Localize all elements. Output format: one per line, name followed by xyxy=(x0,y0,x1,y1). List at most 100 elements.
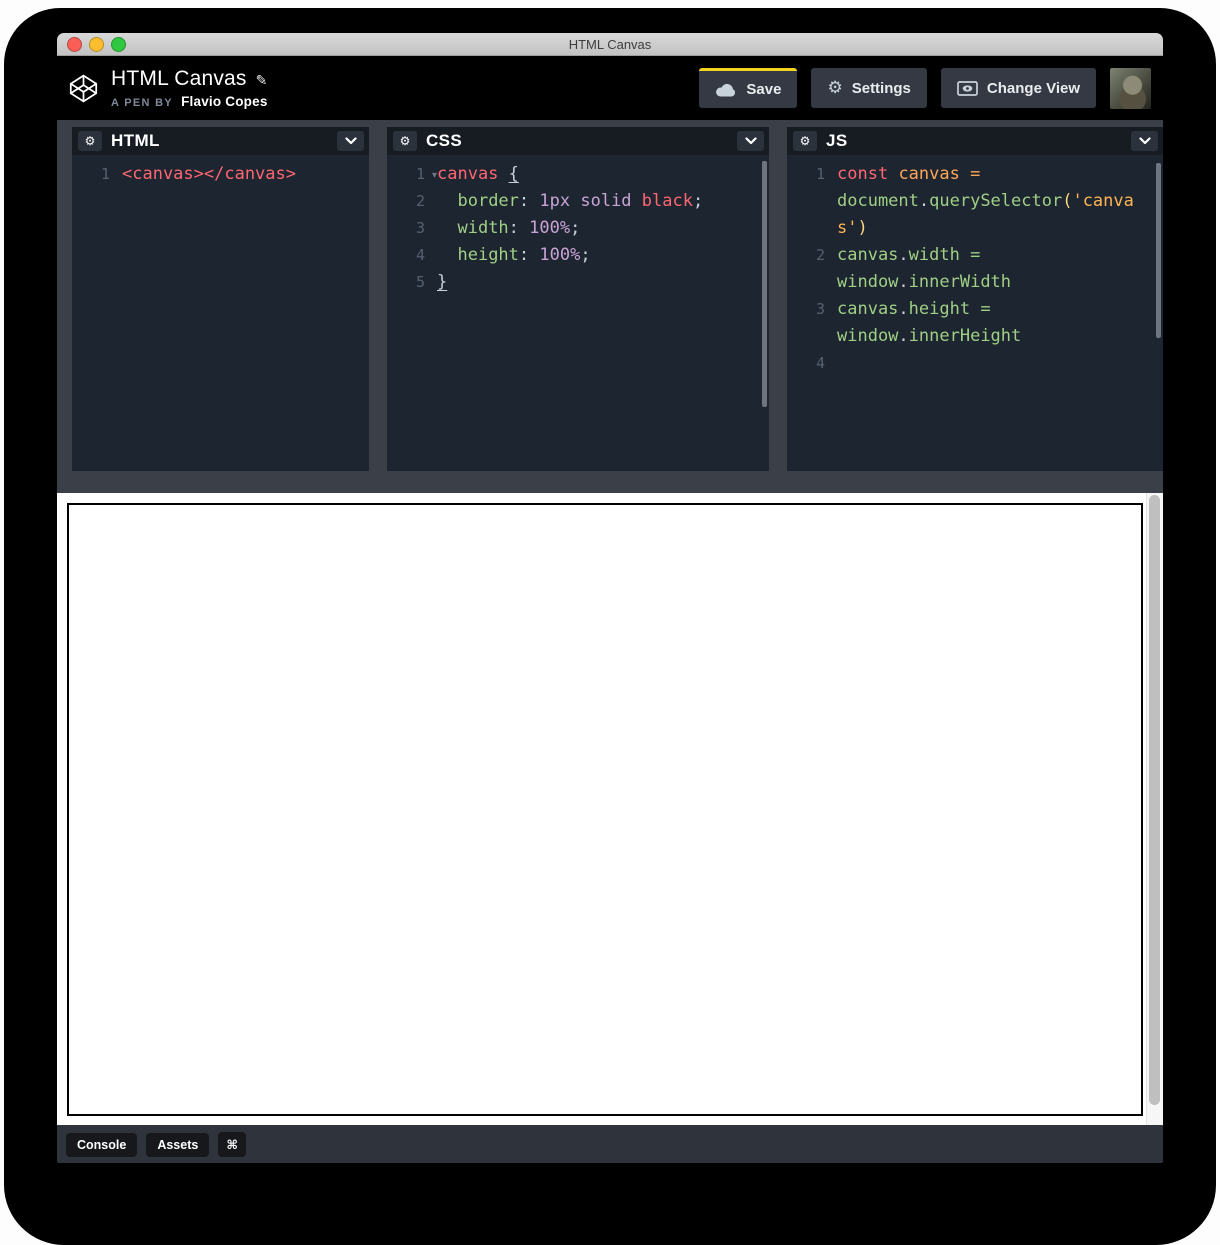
gear-icon: ⚙ xyxy=(800,135,811,147)
code-text xyxy=(837,350,1163,377)
code-line: window.innerWidth xyxy=(787,269,1163,296)
line-number: 1 xyxy=(787,161,837,188)
chevron-down-icon xyxy=(1139,137,1151,145)
line-number: 1▾ xyxy=(387,161,437,188)
preview-scrollbar[interactable] xyxy=(1146,493,1163,1125)
line-number: 2 xyxy=(387,188,437,215)
editor-panel-html: ⚙HTML1<canvas></canvas> xyxy=(72,127,369,471)
code-text: canvas.width = xyxy=(837,242,1163,269)
line-number: 2 xyxy=(787,242,837,269)
minimize-button[interactable] xyxy=(89,37,104,52)
line-number xyxy=(787,188,837,215)
line-number: 3 xyxy=(387,215,437,242)
window-title: HTML Canvas xyxy=(569,37,652,52)
codepen-logo-icon[interactable] xyxy=(68,73,99,104)
code-line: window.innerHeight xyxy=(787,323,1163,350)
code-text: window.innerWidth xyxy=(837,269,1163,296)
panel-header-html: ⚙HTML xyxy=(72,127,369,155)
byline-prefix: A PEN BY xyxy=(111,97,173,109)
fold-arrow-icon[interactable]: ▾ xyxy=(432,162,437,189)
code-line: 3 width: 100%; xyxy=(387,215,769,242)
view-icon xyxy=(957,81,978,96)
panel-settings-button[interactable]: ⚙ xyxy=(393,131,417,151)
panel-collapse-button[interactable] xyxy=(737,131,764,151)
code-line: 4 xyxy=(787,350,1163,377)
editor-scrollbar[interactable] xyxy=(1156,163,1161,338)
save-button-label: Save xyxy=(746,81,781,98)
change-view-button-label: Change View xyxy=(987,80,1080,97)
settings-button[interactable]: ⚙ Settings xyxy=(811,68,926,108)
line-number xyxy=(787,323,837,350)
line-number xyxy=(787,215,837,242)
editor-panel-js: ⚙ JS 1const canvas =document.querySelector… xyxy=(787,127,1163,471)
close-button[interactable] xyxy=(67,37,82,52)
gear-icon: ⚙ xyxy=(827,80,842,97)
cloud-icon xyxy=(715,83,737,97)
footer-bar: Console Assets ⌘ xyxy=(57,1125,1163,1163)
pen-title: HTML Canvas xyxy=(111,67,247,91)
panel-collapse-button[interactable] xyxy=(1131,131,1158,151)
code-text: } xyxy=(437,269,769,296)
code-line: 4 height: 100%; xyxy=(387,242,769,269)
code-text: <canvas></canvas> xyxy=(122,161,369,188)
code-text: canvas { xyxy=(437,161,769,188)
preview-pane xyxy=(57,493,1163,1125)
save-button[interactable]: Save xyxy=(699,68,797,108)
code-text: s') xyxy=(837,215,1163,242)
code-line: 1▾canvas { xyxy=(387,161,769,188)
code-text: window.innerHeight xyxy=(837,323,1163,350)
code-editor-js[interactable]: 1const canvas =document.querySelector('c… xyxy=(787,155,1163,471)
byline: A PEN BY Flavio Copes xyxy=(111,94,268,109)
rendered-canvas[interactable] xyxy=(67,503,1143,1116)
line-number: 4 xyxy=(387,242,437,269)
line-number xyxy=(787,269,837,296)
code-line: 3canvas.height = xyxy=(787,296,1163,323)
gear-icon: ⚙ xyxy=(85,135,96,147)
titlebar[interactable]: HTML Canvas xyxy=(57,33,1163,56)
code-text: border: 1px solid black; xyxy=(437,188,769,215)
settings-button-label: Settings xyxy=(852,80,911,97)
gear-icon: ⚙ xyxy=(400,135,411,147)
user-avatar[interactable] xyxy=(1110,68,1151,109)
chevron-down-icon xyxy=(745,137,757,145)
code-line: 5} xyxy=(387,269,769,296)
code-text: document.querySelector('canva xyxy=(837,188,1163,215)
line-number: 5 xyxy=(387,269,437,296)
command-shortcuts-button[interactable]: ⌘ xyxy=(218,1132,246,1157)
code-line: 1const canvas = xyxy=(787,161,1163,188)
edit-pencil-icon[interactable]: ✎ xyxy=(256,72,268,89)
panel-label-css: CSS xyxy=(426,131,462,151)
zoom-button[interactable] xyxy=(111,37,126,52)
code-text: const canvas = xyxy=(837,161,1163,188)
code-editor-css[interactable]: 1▾canvas {2 border: 1px solid black;3 wi… xyxy=(387,155,769,471)
author-link[interactable]: Flavio Copes xyxy=(181,94,267,109)
preview-scrollbar-thumb[interactable] xyxy=(1149,495,1160,1105)
console-button[interactable]: Console xyxy=(66,1133,137,1157)
code-text: width: 100%; xyxy=(437,215,769,242)
editor-scrollbar[interactable] xyxy=(762,161,767,407)
editors-region: ⚙HTML1<canvas></canvas>⚙CSS1▾canvas {2 b… xyxy=(57,120,1163,493)
code-text: canvas.height = xyxy=(837,296,1163,323)
panel-collapse-button[interactable] xyxy=(337,131,364,151)
assets-button[interactable]: Assets xyxy=(146,1133,209,1157)
panel-settings-button[interactable]: ⚙ xyxy=(78,131,102,151)
line-number: 4 xyxy=(787,350,837,377)
code-text: height: 100%; xyxy=(437,242,769,269)
line-number: 3 xyxy=(787,296,837,323)
code-editor-html[interactable]: 1<canvas></canvas> xyxy=(72,155,369,471)
macos-window: HTML Canvas HTML Canvas ✎ A PEN BY Flavi… xyxy=(57,33,1163,1163)
code-line: document.querySelector('canva xyxy=(787,188,1163,215)
editor-panel-css: ⚙ CSS 1▾canvas {2 border: 1px solid black;… xyxy=(387,127,769,471)
panel-settings-button[interactable]: ⚙ xyxy=(793,131,817,151)
traffic-lights xyxy=(67,37,126,52)
code-line: s') xyxy=(787,215,1163,242)
pen-title-block: HTML Canvas ✎ A PEN BY Flavio Copes xyxy=(111,67,268,109)
change-view-button[interactable]: Change View xyxy=(941,68,1096,108)
code-line: 2canvas.width = xyxy=(787,242,1163,269)
line-number: 1 xyxy=(72,161,122,188)
panel-label-js: JS xyxy=(826,131,848,151)
code-line: 2 border: 1px solid black; xyxy=(387,188,769,215)
header-actions: Save ⚙ Settings Change View xyxy=(699,68,1151,109)
app-header: HTML Canvas ✎ A PEN BY Flavio Copes Save… xyxy=(57,56,1163,120)
chevron-down-icon xyxy=(345,137,357,145)
